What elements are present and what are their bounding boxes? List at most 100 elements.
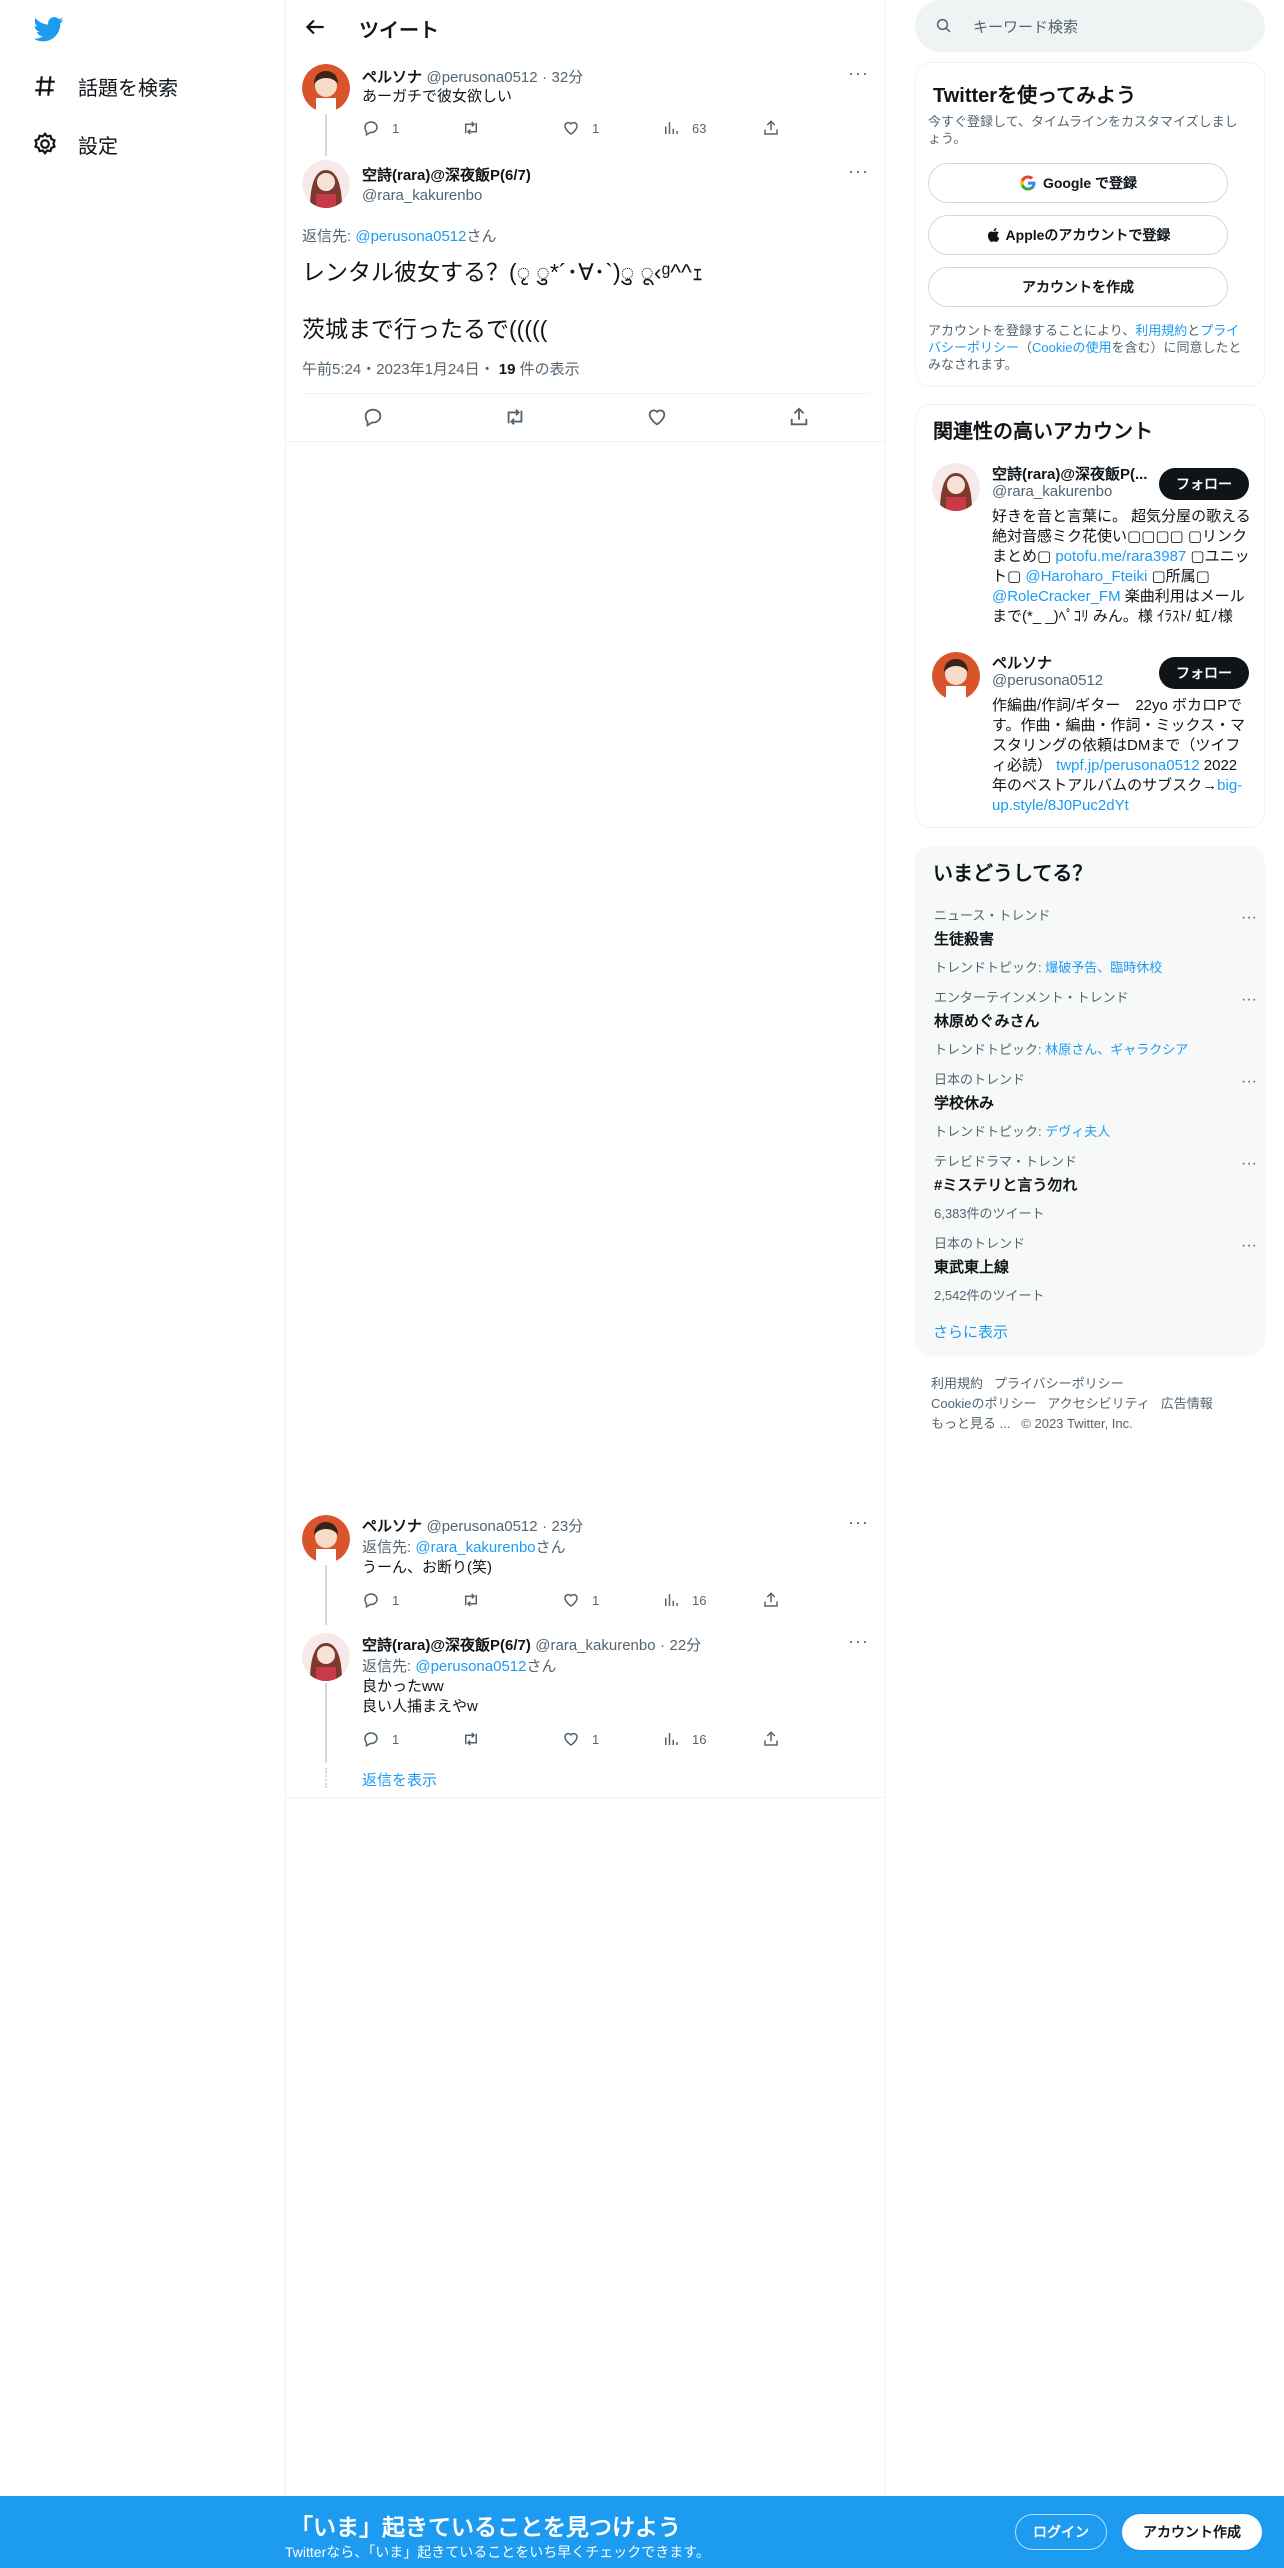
bottom-bar-subtext: Twitterなら、「いま」起きていることをいち早くチェックできます。 <box>285 2544 710 2560</box>
share-button[interactable] <box>762 1591 862 1609</box>
reply-to-link[interactable]: @perusona0512 <box>415 1658 526 1675</box>
trend-item[interactable]: テレビドラマ・トレンド #ミステリと言う勿れ 6,383件のツイート ··· <box>934 1151 1257 1222</box>
author-name[interactable]: ペルソナ <box>362 69 422 86</box>
trend-topic-link[interactable]: 爆破予告、臨時休校 <box>1045 960 1162 975</box>
more-icon[interactable]: ··· <box>1241 1073 1257 1091</box>
show-more-link[interactable]: さらに表示 <box>933 1321 1008 1342</box>
reply-button[interactable]: 1 <box>362 1730 462 1748</box>
author-handle[interactable]: @rara_kakurenbo <box>362 187 531 204</box>
avatar[interactable] <box>302 64 350 112</box>
view-count: 63 <box>692 120 707 136</box>
views-button[interactable]: 16 <box>662 1730 762 1748</box>
search-input[interactable]: キーワード検索 <box>973 16 1078 37</box>
account-name[interactable]: 空詩(rara)@深夜飯P(... <box>992 463 1167 484</box>
more-icon[interactable]: ··· <box>1241 1155 1257 1173</box>
more-icon[interactable]: ··· <box>848 1513 868 1537</box>
avatar-rara-image <box>302 1633 350 1681</box>
avatar[interactable] <box>932 652 980 700</box>
trend-item[interactable]: エンターテインメント・トレンド 林原めぐみさん トレンドトピック: 林原さん、ギ… <box>934 987 1257 1058</box>
share-button[interactable] <box>762 119 862 137</box>
bio-mention[interactable]: @RoleCracker_FM <box>992 588 1121 605</box>
share-icon[interactable] <box>788 406 810 428</box>
show-replies-link[interactable]: 返信を表示 <box>362 1769 437 1790</box>
footer-terms-link[interactable]: 利用規約 <box>931 1376 983 1391</box>
retweet-button[interactable] <box>462 1730 562 1748</box>
views-button[interactable]: 16 <box>662 1591 762 1609</box>
author-name[interactable]: ペルソナ <box>362 1518 422 1535</box>
cookie-link[interactable]: Cookieの使用 <box>1032 340 1111 355</box>
avatar[interactable] <box>302 1515 350 1563</box>
footer-cookie-link[interactable]: Cookieのポリシー <box>931 1396 1036 1411</box>
more-icon[interactable]: ··· <box>848 64 868 88</box>
reply-icon[interactable] <box>362 406 384 428</box>
create-account-button[interactable]: アカウントを作成 <box>928 267 1228 307</box>
reply-button[interactable]: 1 <box>362 1591 462 1609</box>
tweet-time[interactable]: 23分 <box>552 1518 584 1535</box>
trend-topics: トレンドトピック: 爆破予告、臨時休校 <box>934 957 1254 976</box>
trend-item[interactable]: ニュース・トレンド 生徒殺害 トレンドトピック: 爆破予告、臨時休校 ··· <box>934 905 1257 976</box>
reply-suffix: さん <box>466 228 497 245</box>
retweet-button[interactable] <box>462 119 562 137</box>
author-handle[interactable]: @rara_kakurenbo <box>535 1637 655 1654</box>
trend-topic-link[interactable]: 林原さん、ギャラクシア <box>1045 1042 1188 1057</box>
avatar[interactable] <box>302 1633 350 1681</box>
footer-more-link[interactable]: もっと見る ... <box>931 1416 1010 1431</box>
tweet-time[interactable]: 32分 <box>552 69 584 86</box>
login-button[interactable]: ログイン <box>1015 2514 1107 2550</box>
author-handle[interactable]: @perusona0512 <box>426 69 537 86</box>
reply-to-link[interactable]: @perusona0512 <box>355 228 466 245</box>
trend-topic-link[interactable]: デヴィ夫人 <box>1045 1124 1110 1139</box>
search-bar[interactable]: キーワード検索 <box>915 0 1265 52</box>
google-signup-button[interactable]: Google で登録 <box>928 163 1228 203</box>
footer-ads-link[interactable]: 広告情報 <box>1161 1396 1213 1411</box>
author-name[interactable]: 空詩(rara)@深夜飯P(6/7) <box>362 1637 531 1654</box>
avatar[interactable] <box>932 463 980 511</box>
tweet-timestamp[interactable]: 午前5:24・2023年1月24日・ <box>302 361 495 378</box>
reply-to-link[interactable]: @rara_kakurenbo <box>415 1539 535 1556</box>
bio-link[interactable]: twpf.jp/perusona0512 <box>1056 757 1199 774</box>
author-handle[interactable]: @perusona0512 <box>426 1518 537 1535</box>
terms-link[interactable]: 利用規約 <box>1135 323 1187 338</box>
apple-signup-button[interactable]: Appleのアカウントで登録 <box>928 215 1228 255</box>
trend-item[interactable]: 日本のトレンド 東武東上線 2,542件のツイート ··· <box>934 1233 1257 1304</box>
follow-button[interactable]: フォロー <box>1159 657 1249 689</box>
more-icon[interactable]: ··· <box>1241 991 1257 1009</box>
account-name[interactable]: ペルソナ <box>992 652 1052 673</box>
trends-title: いまどうしてる？ <box>933 863 1093 885</box>
nav-settings[interactable]: 設定 <box>32 124 118 164</box>
dot-separator: · <box>660 1637 666 1654</box>
reply-button[interactable]: 1 <box>362 119 462 137</box>
account-handle[interactable]: @perusona0512 <box>992 672 1103 689</box>
retweet-button[interactable] <box>462 1591 562 1609</box>
back-arrow-icon[interactable] <box>302 14 328 40</box>
bio-mention[interactable]: @Haroharo_Fteiki <box>1025 568 1147 585</box>
heart-icon[interactable] <box>646 406 668 428</box>
account-handle[interactable]: @rara_kakurenbo <box>992 483 1112 500</box>
nav-explore[interactable]: 話題を検索 <box>32 66 178 106</box>
avatar[interactable] <box>302 160 350 208</box>
signup-button[interactable]: アカウント作成 <box>1122 2514 1262 2550</box>
create-account-label: アカウントを作成 <box>1022 279 1134 295</box>
follow-button[interactable]: フォロー <box>1159 468 1249 500</box>
twitter-bird-icon[interactable] <box>32 14 66 44</box>
footer-privacy-link[interactable]: プライバシーポリシー <box>994 1376 1124 1391</box>
trend-item[interactable]: 日本のトレンド 学校休み トレンドトピック: デヴィ夫人 ··· <box>934 1069 1257 1140</box>
bio-link[interactable]: potofu.me/rara3987 <box>1055 548 1186 565</box>
like-count: 1 <box>592 120 600 136</box>
author-name[interactable]: 空詩(rara)@深夜飯P(6/7) <box>362 164 531 185</box>
more-icon[interactable]: ··· <box>1241 1237 1257 1255</box>
reply-prefix: 返信先: <box>362 1658 412 1675</box>
heart-icon <box>564 1732 578 1746</box>
more-icon[interactable]: ··· <box>848 162 868 186</box>
footer-accessibility-link[interactable]: アクセシビリティ <box>1047 1396 1150 1411</box>
more-icon[interactable]: ··· <box>1241 909 1257 927</box>
views-button[interactable]: 63 <box>662 119 762 137</box>
like-button[interactable]: 1 <box>562 1730 662 1748</box>
like-button[interactable]: 1 <box>562 1591 662 1609</box>
tweet-time[interactable]: 22分 <box>669 1637 701 1654</box>
like-button[interactable]: 1 <box>562 119 662 137</box>
retweet-icon[interactable] <box>504 406 526 428</box>
trends-box: いまどうしてる？ ニュース・トレンド 生徒殺害 トレンドトピック: 爆破予告、臨… <box>915 846 1265 1356</box>
share-button[interactable] <box>762 1730 862 1748</box>
more-icon[interactable]: ··· <box>848 1632 868 1656</box>
